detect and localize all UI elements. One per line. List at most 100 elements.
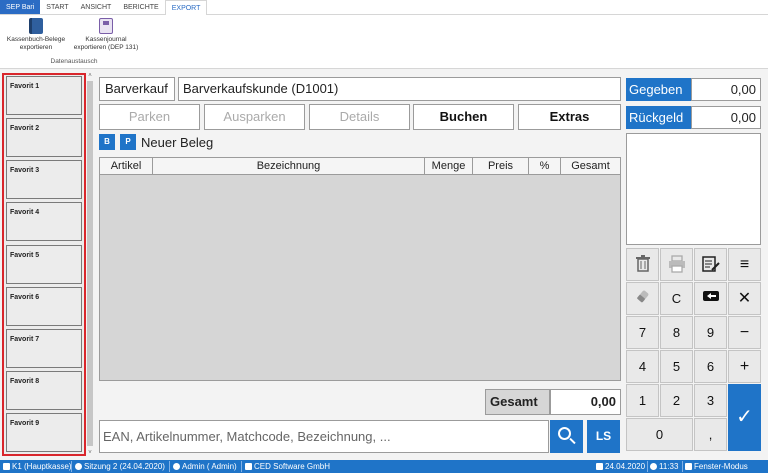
- favorites-panel: Favorit 1 Favorit 2 Favorit 3 Favorit 4 …: [2, 73, 86, 456]
- digit-9-key[interactable]: 9: [694, 316, 727, 349]
- delete-key[interactable]: [626, 248, 659, 281]
- column-header-gesamt[interactable]: Gesamt: [561, 158, 620, 175]
- status-window-mode[interactable]: Fenster-Modus: [685, 460, 748, 473]
- ribbon-panel: Kassenbuch-Belege exportieren Kassenjour…: [0, 15, 768, 69]
- column-header-percent[interactable]: %: [529, 158, 561, 175]
- tab-berichte[interactable]: BERICHTE: [117, 0, 164, 14]
- gear-icon: [75, 463, 82, 470]
- ribbon-tabs: SEP Bari START ANSICHT BERICHTE EXPORT: [0, 0, 768, 16]
- eraser-key[interactable]: [626, 282, 659, 315]
- rueckgeld-field: 0,00: [691, 106, 761, 129]
- scroll-up-icon[interactable]: ˄: [86, 73, 94, 79]
- beleg-p-badge[interactable]: P: [120, 134, 136, 150]
- favorite-button[interactable]: Favorit 8: [6, 371, 82, 410]
- beleg-title: Neuer Beleg: [141, 135, 214, 150]
- digit-6-key[interactable]: 6: [694, 350, 727, 383]
- favorite-button[interactable]: Favorit 9: [6, 413, 82, 452]
- items-table[interactable]: Artikel Bezeichnung Menge Preis % Gesamt: [99, 157, 621, 381]
- status-time: 11:33: [650, 460, 678, 473]
- printer-icon: [668, 255, 685, 273]
- menu-icon: ≡: [739, 256, 750, 273]
- status-company: CED Software GmbH: [245, 460, 330, 473]
- digit-1-key[interactable]: 1: [626, 384, 659, 417]
- trash-icon: [635, 255, 650, 272]
- digit-2-key[interactable]: 2: [660, 384, 693, 417]
- column-header-bezeichnung[interactable]: Bezeichnung: [153, 158, 425, 175]
- digit-4-key[interactable]: 4: [626, 350, 659, 383]
- column-header-preis[interactable]: Preis: [473, 158, 529, 175]
- digit-7-key[interactable]: 7: [626, 316, 659, 349]
- tab-sep-bari[interactable]: SEP Bari: [0, 0, 41, 14]
- info-display: [626, 133, 761, 245]
- kassenbuch-export-label-2: exportieren: [19, 44, 53, 51]
- gegeben-field[interactable]: 0,00: [691, 78, 761, 101]
- extras-button[interactable]: Extras: [518, 104, 621, 130]
- kassenbuch-export-label-1: Kassenbuch-Belege: [6, 36, 66, 43]
- details-button[interactable]: Details: [309, 104, 410, 130]
- kassenjournal-export-label-2: exportieren (DEP 131): [73, 44, 139, 51]
- kassenjournal-export-label-1: Kassenjournal: [85, 36, 127, 43]
- backspace-key[interactable]: [694, 282, 727, 315]
- plus-key[interactable]: +: [728, 350, 761, 383]
- comma-key[interactable]: ,: [694, 418, 727, 451]
- favorite-button[interactable]: Favorit 4: [6, 202, 82, 241]
- kassenbuch-export-button[interactable]: Kassenbuch-Belege exportieren: [2, 18, 70, 52]
- customer-type-field[interactable]: Barverkauf: [99, 77, 175, 101]
- favorite-button[interactable]: Favorit 3: [6, 160, 82, 199]
- print-key[interactable]: [660, 248, 693, 281]
- user-icon: [173, 463, 180, 470]
- table-header: Artikel Bezeichnung Menge Preis % Gesamt: [100, 158, 620, 175]
- menu-key[interactable]: ≡: [728, 248, 761, 281]
- status-bar: K1 (Hauptkasse) Sitzung 2 (24.04.2020) A…: [0, 460, 768, 473]
- beleg-b-badge[interactable]: B: [99, 134, 115, 150]
- favorite-button[interactable]: Favorit 6: [6, 287, 82, 326]
- gesamt-value: 0,00: [550, 389, 621, 415]
- digit-3-key[interactable]: 3: [694, 384, 727, 417]
- tab-ansicht[interactable]: ANSICHT: [75, 0, 118, 14]
- parken-button[interactable]: Parken: [99, 104, 200, 130]
- document-icon: [245, 463, 252, 470]
- search-button[interactable]: [550, 420, 583, 453]
- edit-key[interactable]: [694, 248, 727, 281]
- monitor-icon: [685, 463, 692, 470]
- gegeben-label: Gegeben: [626, 78, 691, 101]
- favorites-scrollbar[interactable]: ˄ ˅: [86, 73, 94, 456]
- status-date: 24.04.2020: [596, 460, 645, 473]
- book-icon: [29, 18, 43, 34]
- digit-0-key[interactable]: 0: [626, 418, 693, 451]
- status-session: Sitzung 2 (24.04.2020): [75, 460, 165, 473]
- tab-export[interactable]: EXPORT: [164, 0, 208, 16]
- customer-name-field[interactable]: Barverkaufskunde (D1001): [178, 77, 621, 101]
- calendar-icon: [596, 463, 603, 470]
- status-register: K1 (Hauptkasse): [3, 460, 72, 473]
- backspace-icon: [702, 291, 719, 301]
- checkmark-icon: ✓: [736, 406, 753, 428]
- rueckgeld-label: Rückgeld: [626, 106, 691, 129]
- confirm-key[interactable]: ✓: [728, 384, 761, 451]
- kassenjournal-export-button[interactable]: Kassenjournal exportieren (DEP 131): [68, 18, 144, 52]
- digit-5-key[interactable]: 5: [660, 350, 693, 383]
- favorite-button[interactable]: Favorit 1: [6, 76, 82, 115]
- column-header-artikel[interactable]: Artikel: [100, 158, 153, 175]
- gesamt-label: Gesamt: [485, 389, 550, 415]
- favorite-button[interactable]: Favorit 2: [6, 118, 82, 157]
- tab-start[interactable]: START: [40, 0, 74, 14]
- clock-icon: [650, 463, 657, 470]
- ribbon-group-label: Datenaustausch: [50, 58, 98, 65]
- journal-icon: [99, 18, 113, 34]
- ls-button[interactable]: LS: [587, 420, 620, 453]
- scroll-down-icon[interactable]: ˅: [86, 450, 94, 456]
- article-search-input[interactable]: [99, 420, 549, 453]
- favorite-button[interactable]: Favorit 7: [6, 329, 82, 368]
- status-user: Admin ( Admin): [173, 460, 237, 473]
- ausparken-button[interactable]: Ausparken: [204, 104, 305, 130]
- eraser-icon: [636, 290, 648, 303]
- clear-key[interactable]: C: [660, 282, 693, 315]
- buchen-button[interactable]: Buchen: [413, 104, 514, 130]
- digit-8-key[interactable]: 8: [660, 316, 693, 349]
- close-key[interactable]: ✕: [728, 282, 761, 315]
- minus-key[interactable]: −: [728, 316, 761, 349]
- favorite-button[interactable]: Favorit 5: [6, 245, 82, 284]
- column-header-menge[interactable]: Menge: [425, 158, 473, 175]
- scrollbar-thumb[interactable]: [87, 81, 93, 446]
